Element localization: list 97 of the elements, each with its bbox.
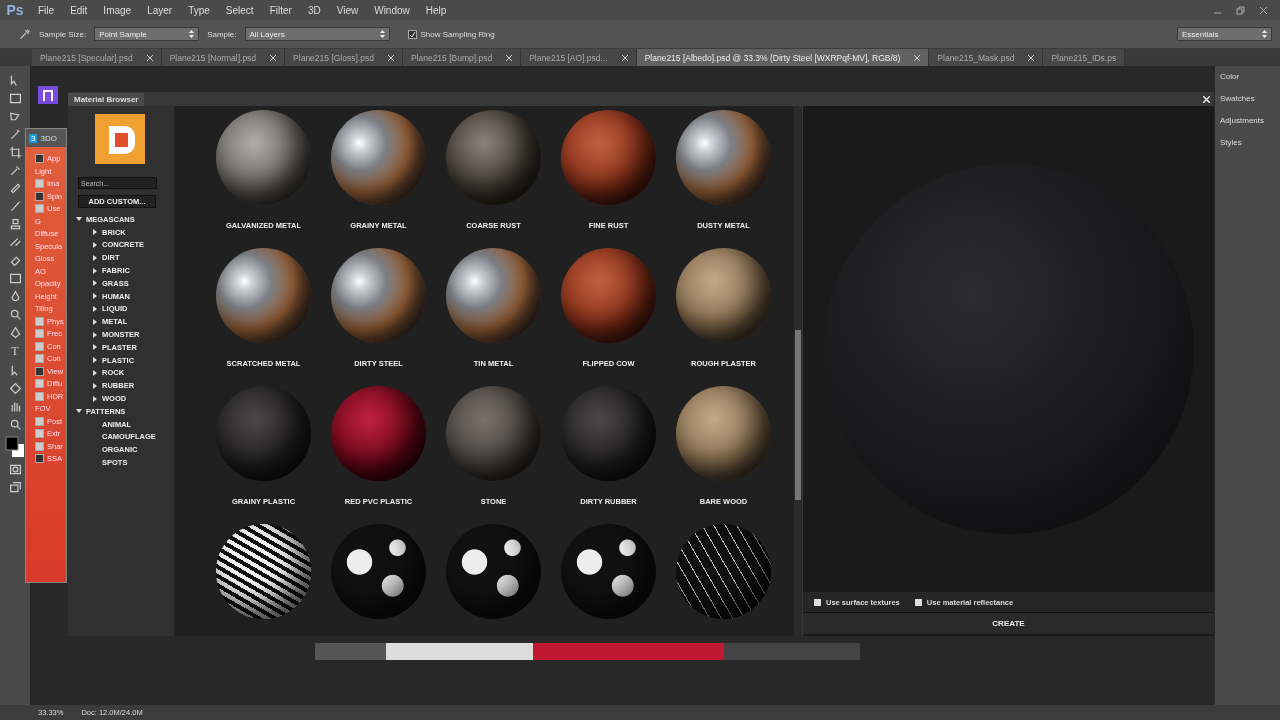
panel-tab[interactable]: Adjustments (1220, 116, 1280, 125)
panel-tab[interactable]: Styles (1220, 138, 1280, 147)
checkbox[interactable] (407, 29, 417, 39)
checkbox[interactable] (35, 454, 44, 463)
disclosure-arrow-icon[interactable] (92, 318, 98, 325)
checkbox[interactable] (35, 341, 44, 351)
document-tab[interactable]: Plane215_Mask.psd (929, 49, 1044, 66)
shape-icon[interactable] (8, 382, 22, 395)
checkbox[interactable] (913, 597, 923, 607)
panel-logo: 3 (29, 133, 38, 143)
eyedropper-icon[interactable] (8, 164, 22, 177)
disclosure-arrow-icon[interactable] (92, 267, 98, 274)
magnifier-icon[interactable] (8, 418, 22, 431)
close-icon[interactable] (506, 54, 513, 61)
disclosure-arrow-icon[interactable] (92, 331, 98, 338)
menu-item[interactable]: View (328, 4, 367, 16)
close-icon[interactable] (146, 54, 153, 61)
close-icon[interactable] (270, 54, 277, 61)
checkbox[interactable] (813, 597, 822, 607)
checkbox[interactable] (35, 354, 44, 363)
sample-size-label: Sample Size: (39, 29, 87, 39)
checkbox[interactable] (35, 329, 44, 338)
menu-item[interactable]: Filter (261, 4, 300, 16)
document-tab[interactable]: Plane215 [Gloss].psd (285, 49, 403, 66)
restore-icon[interactable] (1236, 5, 1245, 15)
checkbox[interactable] (35, 179, 44, 188)
disclosure-arrow-icon[interactable] (92, 254, 98, 261)
menu-item[interactable]: Type (180, 4, 218, 16)
pen-icon[interactable] (8, 326, 22, 339)
create-button[interactable]: CREATE (803, 612, 1214, 634)
sample-size-select[interactable]: Point Sample (94, 27, 200, 41)
document-tab[interactable]: Plane215 [Specular].psd (32, 49, 162, 66)
brush-icon[interactable] (8, 200, 22, 213)
document-tab[interactable]: Plane215_IDs.ps (1043, 49, 1126, 66)
menu-item[interactable]: Edit (62, 4, 96, 16)
crop-icon[interactable] (8, 146, 22, 159)
wand-icon[interactable] (8, 128, 22, 141)
menu-item[interactable]: Window (366, 4, 418, 16)
panel-title: 3DO (40, 133, 57, 143)
plugin-icon[interactable] (38, 86, 58, 104)
color-swatches-icon[interactable] (5, 436, 25, 458)
menu-item[interactable]: Image (95, 4, 140, 16)
checkbox[interactable] (35, 379, 44, 388)
disclosure-arrow-icon[interactable] (76, 408, 82, 415)
document-tab[interactable]: Plane215 [Normal].psd (161, 49, 286, 66)
mask-icon[interactable] (8, 463, 22, 476)
checkbox[interactable] (35, 391, 44, 401)
menu-item[interactable]: File (30, 4, 63, 16)
menu-item[interactable]: Select (217, 4, 262, 16)
screen-mode-icon[interactable] (8, 481, 22, 494)
sample-label: Sample: (207, 29, 237, 39)
lasso-icon[interactable] (8, 110, 22, 123)
eyedropper-icon[interactable] (18, 27, 31, 41)
disclosure-arrow-icon[interactable] (92, 344, 98, 351)
marquee-icon[interactable] (8, 92, 22, 105)
workspace-select[interactable]: Essentials (1177, 27, 1272, 41)
disclosure-arrow-icon[interactable] (92, 357, 98, 364)
scrollbar-thumb[interactable] (795, 330, 801, 500)
magnifier-icon[interactable] (8, 308, 22, 321)
checkbox[interactable] (35, 204, 44, 213)
document-tab[interactable]: Plane215 [AO].psd... (521, 49, 637, 66)
close-icon[interactable] (1028, 54, 1035, 61)
checkbox[interactable] (35, 416, 44, 426)
checkbox[interactable] (35, 441, 44, 451)
document-tab[interactable]: Plane215 [Albedo].psd @ 33.3% (Dirty Steel [WXRPqf-MV], RGB/8) (636, 49, 930, 66)
sample-select[interactable]: All Layers (244, 27, 390, 41)
panel-tab[interactable]: Swatches (1220, 94, 1280, 103)
disclosure-arrow-icon[interactable] (76, 216, 82, 223)
close-icon[interactable] (387, 54, 394, 61)
close-icon[interactable] (621, 54, 628, 61)
disclosure-arrow-icon[interactable] (92, 369, 98, 376)
up-down-arrows-icon (379, 30, 385, 38)
checkbox[interactable] (35, 191, 44, 201)
menu-item[interactable]: Help (417, 4, 455, 16)
disclosure-arrow-icon[interactable] (92, 382, 98, 389)
disclosure-arrow-icon[interactable] (92, 242, 98, 248)
disclosure-arrow-icon[interactable] (92, 229, 98, 236)
checkbox[interactable] (35, 316, 44, 326)
up-down-arrows-icon (189, 30, 195, 38)
checkbox[interactable] (35, 429, 44, 438)
checkbox[interactable] (35, 154, 44, 163)
window-title: Material Browser (68, 92, 145, 106)
disclosure-arrow-icon[interactable] (92, 305, 98, 312)
stamp-icon[interactable] (8, 218, 22, 231)
up-down-arrows-icon (1262, 30, 1267, 38)
disclosure-arrow-icon[interactable] (92, 293, 98, 300)
eraser-icon[interactable] (8, 254, 22, 267)
menu-item[interactable]: 3D (299, 4, 329, 16)
disclosure-arrow-icon[interactable] (92, 395, 98, 402)
document-tab[interactable]: Plane215 [Bump].psd (402, 49, 522, 66)
checkbox[interactable] (35, 366, 44, 376)
checkbox-label: Show Sampling Ring (420, 29, 495, 39)
menu-item[interactable]: Layer (139, 4, 181, 16)
text-tool[interactable]: T (11, 344, 19, 359)
app-logo: Ps (5, 2, 25, 18)
disclosure-arrow-icon[interactable] (92, 280, 98, 287)
panel-tab[interactable]: Color (1220, 72, 1280, 81)
